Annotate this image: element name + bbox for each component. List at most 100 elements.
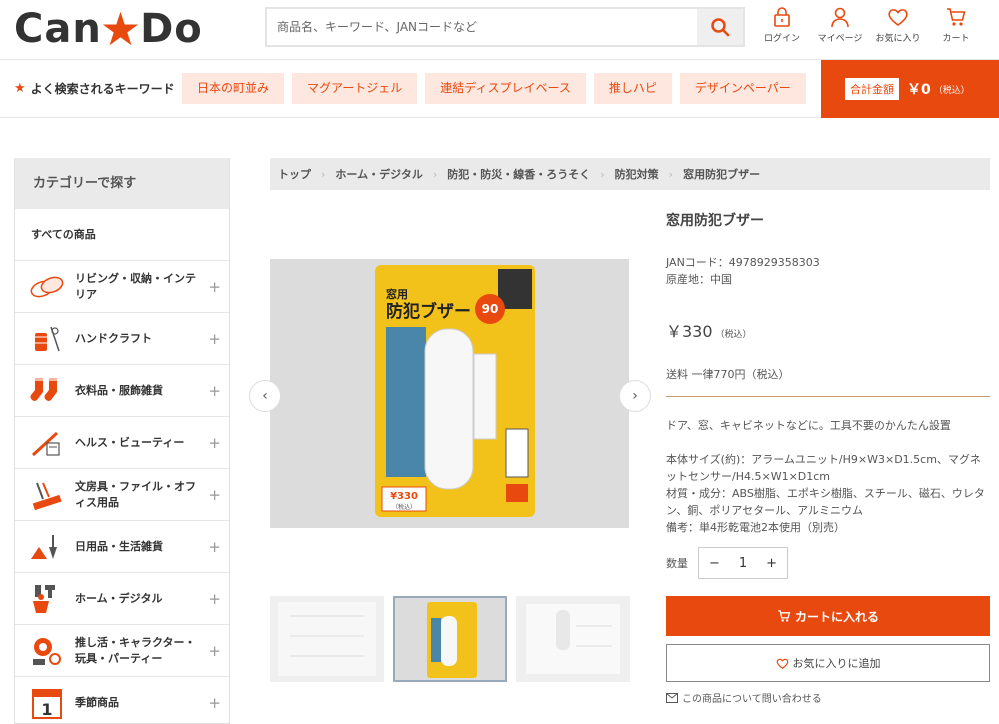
product-photo: 窓用 防犯ブザー 90 ¥330 （税込） bbox=[270, 259, 629, 528]
category-label: 日用品・生活雑貨 bbox=[75, 539, 163, 553]
product-main-image: 窓用 防犯ブザー 90 ¥330 （税込） bbox=[270, 259, 629, 528]
add-to-favorites-label: お気に入りに追加 bbox=[792, 657, 881, 670]
site-logo[interactable]: Can ★ Do bbox=[14, 6, 203, 52]
add-to-cart-label: カートに入れる bbox=[794, 609, 879, 624]
quantity-control: 数量 − 1 + bbox=[666, 547, 788, 579]
add-to-cart-button[interactable]: カートに入れる bbox=[666, 596, 990, 636]
beauty-icon bbox=[27, 425, 67, 461]
category-item-clothing[interactable]: 衣料品・服飾雑貨 + bbox=[15, 365, 229, 417]
logo-text-do: Do bbox=[140, 6, 203, 52]
product-shipping: 送料 一律770円（税込） bbox=[666, 366, 990, 397]
search-button[interactable] bbox=[697, 9, 743, 45]
category-item-stationery[interactable]: 文房具・ファイル・オフィス用品 + bbox=[15, 469, 229, 521]
package-label: 窓用 bbox=[386, 287, 408, 301]
expand-icon[interactable]: + bbox=[208, 330, 221, 348]
category-label: リビング・収納・インテリア bbox=[75, 271, 196, 301]
quantity-decrease-button[interactable]: − bbox=[709, 556, 720, 571]
keyword-tag[interactable]: 推しハピ bbox=[593, 73, 672, 104]
product-description: ドア、窓、キャビネットなどに。工具不要のかんたん設置 本体サイズ(約)：アラーム… bbox=[666, 417, 990, 536]
product-origin: 原産地：中国 bbox=[666, 273, 732, 286]
search-icon bbox=[711, 18, 730, 37]
search-box bbox=[265, 7, 745, 47]
header-icon-nav: ログイン マイページ お気に入り カート bbox=[753, 6, 985, 44]
category-item-living[interactable]: リビング・収納・インテリア + bbox=[15, 261, 229, 313]
keyword-tag[interactable]: 日本の町並み bbox=[182, 73, 285, 104]
socks-icon bbox=[27, 373, 67, 409]
product-desc-material: 材質・成分：ABS樹脂、エポキシ樹脂、スチール、磁石、ウレタン、銅、ポリアセター… bbox=[666, 487, 985, 517]
product-thumbnail[interactable] bbox=[516, 596, 630, 682]
search-input[interactable] bbox=[267, 9, 697, 45]
star-icon: ★ bbox=[14, 81, 26, 96]
category-item-craft[interactable]: ハンドクラフト + bbox=[15, 313, 229, 365]
add-to-favorites-button[interactable]: お気に入りに追加 bbox=[666, 644, 990, 682]
cart-button[interactable]: カート bbox=[927, 6, 985, 44]
product-desc-note: 備考：単4形乾電池2本使用（別売） bbox=[666, 521, 845, 534]
breadcrumb-item[interactable]: 防犯対策 bbox=[615, 166, 659, 182]
chevron-right-icon: › bbox=[632, 388, 638, 404]
keyword-tag[interactable]: 連結ディスプレイベース bbox=[425, 73, 586, 104]
breadcrumb-item[interactable]: ホーム・デジタル bbox=[335, 166, 422, 182]
expand-icon[interactable]: + bbox=[208, 486, 221, 504]
category-sidebar: カテゴリーで探す すべての商品 リビング・収納・インテリア + ハンドクラフト … bbox=[14, 158, 230, 724]
keyword-heading: ★ よく検索されるキーワード bbox=[14, 80, 175, 97]
calendar-icon: 1 bbox=[27, 685, 67, 721]
expand-icon[interactable]: + bbox=[208, 434, 221, 452]
category-item-toys[interactable]: 推し活・キャラクター・玩具・パーティー + bbox=[15, 625, 229, 677]
cart-icon bbox=[947, 8, 966, 26]
expand-icon[interactable]: + bbox=[208, 278, 221, 296]
prev-image-button[interactable]: ‹ bbox=[249, 380, 281, 412]
site-header: Can★Do ログイン マイページ お気に入り カート bbox=[0, 0, 999, 60]
expand-icon[interactable]: + bbox=[208, 382, 221, 400]
product-price-tax: （税込） bbox=[715, 330, 752, 340]
favorites-button[interactable]: お気に入り bbox=[869, 6, 927, 44]
category-label: 季節商品 bbox=[75, 695, 119, 709]
keyword-tag[interactable]: マグアートジェル bbox=[292, 73, 418, 104]
category-item-home-digital[interactable]: ホーム・デジタル + bbox=[15, 573, 229, 625]
cart-total-amount: ￥0 bbox=[907, 82, 931, 98]
breadcrumb-item[interactable]: トップ bbox=[278, 166, 311, 182]
product-thumbnail[interactable] bbox=[270, 596, 384, 682]
breadcrumb-item[interactable]: 防犯・防災・線香・ろうそく bbox=[447, 166, 590, 182]
cart-total[interactable]: 合計金額 ￥0 （税込） bbox=[821, 60, 999, 118]
svg-text:1: 1 bbox=[41, 700, 52, 719]
category-label: ハンドクラフト bbox=[75, 331, 152, 345]
keyword-bar: ★ よく検索されるキーワード 日本の町並み マグアートジェル 連結ディスプレイベー… bbox=[0, 60, 999, 118]
category-item-daily[interactable]: 日用品・生活雑貨 + bbox=[15, 521, 229, 573]
product-inquiry-link[interactable]: この商品について問い合わせる bbox=[666, 690, 822, 705]
next-image-button[interactable]: › bbox=[619, 380, 651, 412]
expand-icon[interactable]: + bbox=[208, 694, 221, 712]
chevron-right-icon: › bbox=[432, 167, 438, 181]
expand-icon[interactable]: + bbox=[208, 590, 221, 608]
logo-star-icon: ★ bbox=[99, 2, 143, 56]
heart-icon bbox=[776, 658, 788, 669]
product-price: ￥330 （税込） bbox=[666, 318, 990, 342]
category-item-seasonal[interactable]: 1 季節商品 + bbox=[15, 677, 229, 723]
product-inquiry-label: この商品について問い合わせる bbox=[682, 694, 822, 705]
lock-icon bbox=[774, 7, 790, 27]
expand-icon[interactable]: + bbox=[208, 538, 221, 556]
quantity-increase-button[interactable]: + bbox=[766, 556, 777, 571]
home-digital-icon bbox=[27, 581, 67, 617]
keyword-tag-list: 日本の町並み マグアートジェル 連結ディスプレイベース 推しハピ デザインペーパ… bbox=[182, 73, 814, 104]
craft-icon bbox=[27, 321, 67, 357]
category-item-beauty[interactable]: ヘルス・ビューティー + bbox=[15, 417, 229, 469]
product-jan: JANコード：4978929358303 bbox=[666, 256, 820, 269]
login-label: ログイン bbox=[763, 34, 800, 44]
login-button[interactable]: ログイン bbox=[753, 6, 811, 44]
mypage-label: マイページ bbox=[817, 34, 863, 44]
product-thumbnail-active[interactable] bbox=[393, 596, 507, 682]
quantity-label: 数量 bbox=[666, 557, 688, 570]
category-sidebar-title: カテゴリーで探す bbox=[15, 158, 229, 209]
svg-text:90: 90 bbox=[482, 302, 499, 316]
category-label: ホーム・デジタル bbox=[75, 591, 163, 605]
mypage-button[interactable]: マイページ bbox=[811, 6, 869, 44]
toy-icon bbox=[27, 633, 67, 669]
expand-icon[interactable]: + bbox=[208, 642, 221, 660]
cart-total-tax: （税込） bbox=[933, 85, 970, 96]
quantity-value[interactable]: 1 bbox=[739, 556, 747, 571]
chevron-right-icon: › bbox=[321, 167, 326, 181]
keyword-tag[interactable]: デザインペーパー bbox=[679, 73, 806, 104]
product-info: 窓用防犯ブザー JANコード：4978929358303 原産地：中国 ￥330… bbox=[666, 210, 990, 536]
category-label: 文房具・ファイル・オフィス用品 bbox=[75, 479, 196, 509]
all-products-link[interactable]: すべての商品 bbox=[15, 209, 229, 261]
